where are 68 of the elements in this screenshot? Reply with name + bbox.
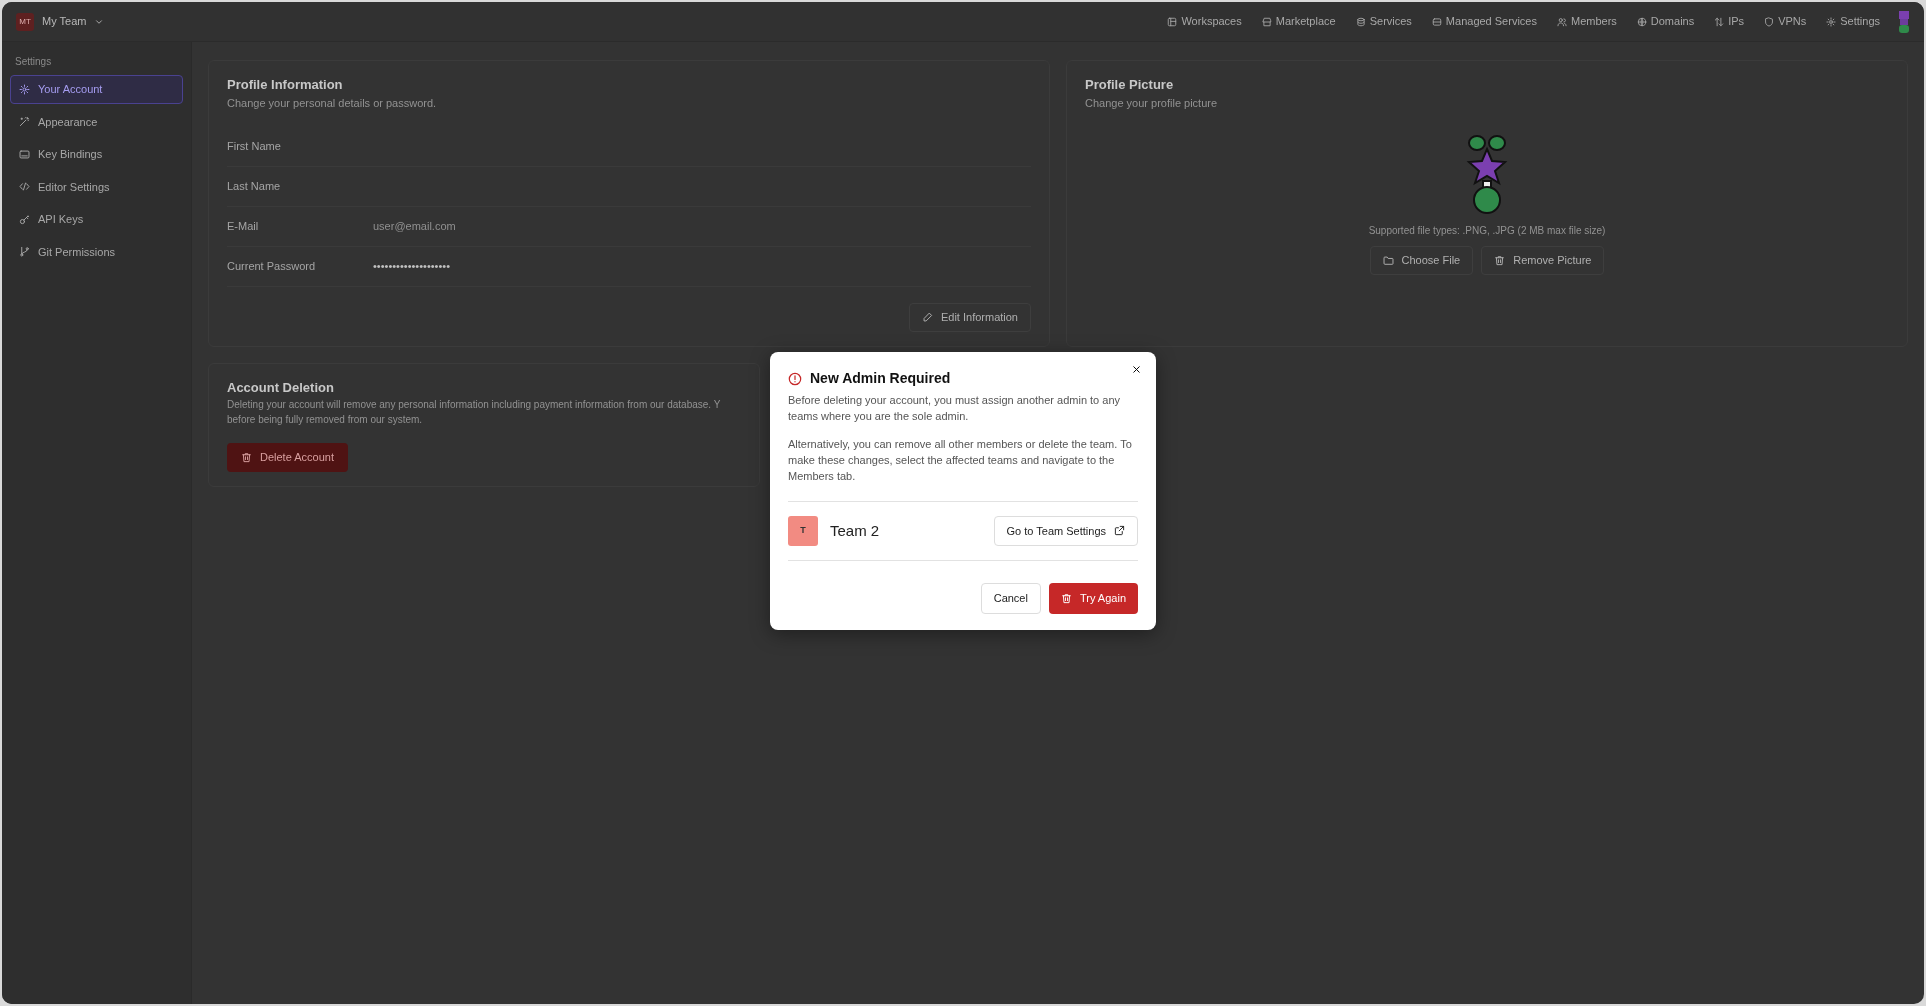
delete-account-button[interactable]: Delete Account bbox=[227, 443, 348, 472]
server-icon bbox=[1431, 16, 1442, 27]
close-icon bbox=[1131, 364, 1142, 375]
field-label: Current Password bbox=[227, 259, 317, 275]
file-type-hint: Supported file types: .PNG, .JPG (2 MB max file size) bbox=[1368, 224, 1606, 238]
trash-icon bbox=[1060, 592, 1072, 604]
settings-icon bbox=[19, 83, 30, 95]
card-title: Profile Information bbox=[227, 76, 344, 94]
field-label: First Name bbox=[227, 139, 282, 155]
sidebar-item[interactable]: Appearance bbox=[10, 107, 183, 136]
up-down-arrows-icon bbox=[1714, 16, 1725, 27]
edit-button[interactable]: Edit Information bbox=[908, 303, 1031, 332]
keyboard-icon bbox=[19, 148, 30, 160]
nav-link[interactable]: IPs bbox=[1704, 13, 1755, 30]
field-label: E-Mail bbox=[227, 219, 260, 235]
card-description: before being fully removed from our system. bbox=[227, 413, 424, 427]
nav-link[interactable]: Services bbox=[1345, 13, 1422, 30]
shield-icon bbox=[1764, 16, 1775, 27]
team-avatar: MT bbox=[16, 12, 34, 31]
try-again-button[interactable]: Try Again bbox=[1048, 583, 1138, 614]
dialog-text: Alternatively, you can remove all other members or delete the team. To make these changes, select the affected teams and navigate to the Members tab. bbox=[788, 436, 1133, 484]
git-branch-icon bbox=[19, 246, 30, 258]
pencil-icon bbox=[921, 311, 933, 323]
card-subtitle: Change your profile picture bbox=[1085, 95, 1219, 111]
sidebar-item[interactable]: Editor Settings bbox=[10, 172, 183, 201]
trash-icon bbox=[241, 451, 252, 463]
layout-icon bbox=[1167, 16, 1178, 27]
globe-icon bbox=[1636, 16, 1647, 27]
external-link-icon bbox=[1114, 525, 1125, 537]
key-icon bbox=[19, 213, 30, 225]
settings-icon bbox=[1826, 16, 1837, 27]
nav-link[interactable]: Marketplace bbox=[1251, 13, 1346, 30]
magic-wand-icon bbox=[19, 116, 30, 128]
sidebar-item[interactable]: API Keys bbox=[10, 205, 183, 234]
cancel-button[interactable]: Cancel bbox=[980, 583, 1041, 614]
nav-link[interactable]: Managed Services bbox=[1421, 13, 1547, 30]
users-icon bbox=[1556, 16, 1567, 27]
input-field[interactable]: •••••••••••••••••••• bbox=[373, 258, 573, 275]
nav-link[interactable]: Domains bbox=[1626, 13, 1705, 30]
card-title: Profile Picture bbox=[1085, 76, 1175, 94]
picture-button[interactable]: Choose File bbox=[1369, 246, 1474, 275]
input-field[interactable]: user@email.com bbox=[373, 218, 573, 235]
sidebar-item[interactable]: Your Account bbox=[10, 75, 183, 104]
picture-button[interactable]: Remove Picture bbox=[1481, 246, 1605, 275]
sidebar-heading: Settings bbox=[14, 55, 53, 69]
code-icon bbox=[19, 181, 30, 193]
folder-icon bbox=[1382, 254, 1394, 266]
card-subtitle: Change your personal details or password. bbox=[227, 95, 438, 111]
team-settings-button[interactable]: Go to Team Settings bbox=[993, 515, 1138, 547]
card-title: Account Deletion bbox=[227, 378, 335, 397]
database-icon bbox=[1355, 16, 1366, 27]
user-avatar-drawing[interactable] bbox=[1898, 9, 1910, 34]
team-name: Team 2 bbox=[830, 520, 880, 541]
dialog-title: New Admin Required bbox=[810, 369, 951, 388]
dialog-text: Before deleting your account, you must assign another admin to any teams where you are the sole admin. bbox=[788, 393, 1122, 424]
team-switcher[interactable]: MT My Team bbox=[16, 12, 105, 31]
nav-link[interactable]: Members bbox=[1546, 13, 1627, 30]
nav-link[interactable]: Workspaces bbox=[1157, 13, 1252, 30]
field-label: Last Name bbox=[227, 179, 282, 195]
alert-icon bbox=[788, 371, 802, 386]
sidebar-item[interactable]: Git Permissions bbox=[10, 237, 183, 266]
card-description: Deleting your account will remove any personal information including payment information from our database. Y bbox=[227, 398, 722, 412]
team-avatar: T bbox=[788, 515, 818, 546]
nav-link[interactable]: Settings bbox=[1816, 13, 1890, 30]
team-name: My Team bbox=[42, 14, 87, 30]
nav-link[interactable]: VPNs bbox=[1754, 13, 1817, 30]
sidebar-item[interactable]: Key Bindings bbox=[10, 140, 183, 169]
trash-icon bbox=[1494, 254, 1506, 266]
